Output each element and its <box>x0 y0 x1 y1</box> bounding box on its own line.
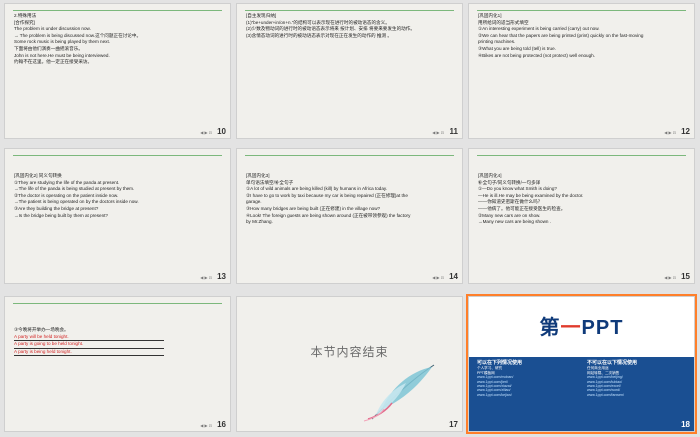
slide-thumbnail-selected[interactable]: 第一PPT 可以在下列情况使用 个人学习、研究 PPT模板网 www.1ppt.… <box>466 294 697 434</box>
slide-number: 18 <box>681 420 690 429</box>
slide-thumbnail[interactable]: 2.特殊用法 [合作探究] The problem is under discu… <box>4 3 231 139</box>
text-line: →Many new cars are being shown . <box>478 219 552 225</box>
text-line: ③Are they building the bridge at present… <box>14 205 99 211</box>
slide-nav-controls: ◀ ▶ ⊡ <box>200 130 212 135</box>
text-line: 下面将由他们演奏一曲摇滚音乐。 <box>14 45 83 51</box>
slide-nav-controls: ◀ ▶ ⊡ <box>200 423 212 428</box>
slide-number: 11 <box>449 127 458 136</box>
slide-text: [巩固内化3] 单句语法填空/补全句子 ①A lot of wild anima… <box>246 173 456 226</box>
text-line: ①An interesting experiment is being carr… <box>478 26 600 32</box>
text-line: ④Look! The foreign guests are being show… <box>246 212 411 218</box>
slide-text: ③今晚将开举办一场晚会。 A party will be held tonigh… <box>14 327 224 357</box>
slide-thumbnail[interactable]: [巩固内化4] 补全句子/同义句转换/一句多译 ①—Do you know wh… <box>468 148 695 284</box>
text-line: ——你知道史密斯在做什么吗？ <box>478 199 543 205</box>
text-line: [巩固内化4] <box>478 173 502 178</box>
slide-text: 2.特殊用法 [合作探究] The problem is under discu… <box>14 13 224 66</box>
slide-thumbnail[interactable]: [巩固内化1] 用所给词的适当形式填空 ①An interesting expe… <box>468 3 695 139</box>
text-line: The problem is under discussion now. <box>14 26 91 32</box>
slide-number: 13 <box>217 272 226 281</box>
text-line: —He is ill.He may be being examined by t… <box>478 192 584 198</box>
slide-number: 16 <box>217 420 226 429</box>
divider <box>13 303 222 304</box>
answer-line: A party will be held tonight. <box>14 334 164 342</box>
text-line: Some rock music is being played by them … <box>14 39 111 45</box>
divider <box>477 10 686 11</box>
text-line: [巩固内化3] <box>246 173 270 178</box>
text-line: John is not here.He must be being interv… <box>14 52 110 58</box>
end-title: 本节内容结束 <box>310 345 389 359</box>
text-line: printing machines. <box>478 39 516 45</box>
slide-text: [巩固内化4] 补全句子/同义句转换/一句多译 ①—Do you know wh… <box>478 173 688 226</box>
answer-line: A party is being held tonight. <box>14 349 164 357</box>
slide-number: 12 <box>681 127 690 136</box>
slide-thumbnail[interactable]: [巩固内化2] 同义句转换 ①They are studying the lif… <box>4 148 231 284</box>
slide-nav-controls: ◀ ▶ ⊡ <box>664 275 676 280</box>
disallowed-uses: 不可以在以下情况使用 任何商业用途 网站转载、二次销售 www.1ppt.com… <box>587 360 638 397</box>
slide-thumbnail[interactable]: [巩固内化3] 单句语法填空/补全句子 ①A lot of wild anima… <box>236 148 463 284</box>
text-line: by Mr.Zhang. <box>246 219 273 225</box>
answer-line: A party is going to be held tonight. <box>14 341 164 349</box>
slide-nav-controls: ◀ ▶ ⊡ <box>200 275 212 280</box>
text-line: ②I have to go to work by taxi because my… <box>246 192 408 198</box>
text-line: garage. <box>246 199 262 205</box>
slide-thumbnail[interactable]: [自主发现归纳] (1)“be+under+in/on+n.”的结构可以表示现在… <box>236 3 463 139</box>
slide-thumbnail[interactable]: 本节内容结束 17 <box>236 296 463 432</box>
text-line: [自主发现归纳] <box>246 13 277 18</box>
slide-thumbnail[interactable]: ③今晚将开举办一场晚会。 A party will be held tonigh… <box>4 296 231 432</box>
slide-text: [巩固内化2] 同义句转换 ①They are studying the lif… <box>14 173 224 219</box>
text-line: [巩固内化2] 同义句转换 <box>14 173 62 178</box>
slide-nav-controls: ◀ ▶ ⊡ <box>432 275 444 280</box>
divider <box>245 10 454 11</box>
text-line: 用所给词的适当形式填空 <box>478 19 529 25</box>
slide-number: 17 <box>449 420 458 429</box>
slide-text: [巩固内化1] 用所给词的适当形式填空 ①An interesting expe… <box>478 13 688 59</box>
ad-info-panel: 可以在下列情况使用 个人学习、研究 PPT模板网 www.1ppt.com/mo… <box>469 357 694 431</box>
text-line: 约翰不在这里。他一定正在接受采访。 <box>14 59 93 65</box>
brand-logo: 第一PPT <box>539 317 624 339</box>
text-line: 2.特殊用法 <box>14 13 37 18</box>
text-line: [合作探究] <box>14 19 35 25</box>
ad-banner: 第一PPT <box>469 297 694 357</box>
text-line: →The life of the panda is being studied … <box>14 186 135 192</box>
slide-text: [自主发现归纳] (1)“be+under+in/on+n.”的结构可以表示现在… <box>246 13 456 39</box>
text-line: →Is the bridge being built by them at pr… <box>14 212 108 218</box>
text-line: ③今晚将开举办一场晚会。 <box>14 327 69 332</box>
text-line: ④Bikes are not being protected (not prot… <box>478 52 595 58</box>
slide-number: 14 <box>449 272 458 281</box>
text-line: ①—Do you know what Smith is doing? <box>478 186 557 192</box>
text-line: ①They are studying the life of the panda… <box>14 179 120 185</box>
slide-number: 15 <box>681 272 690 281</box>
divider <box>13 155 222 156</box>
slide-nav-controls: ◀ ▶ ⊡ <box>664 130 676 135</box>
text-line: ②The doctor is operating on the patient … <box>14 192 119 198</box>
slide-nav-controls: ◀ ▶ ⊡ <box>432 130 444 135</box>
text-line: ——他病了。他可能正在接受医生的检查。 <box>478 205 566 211</box>
text-line: ②Many new cars are on show. <box>478 212 541 218</box>
text-line: ③What you are being told (tell) is true. <box>478 45 556 51</box>
text-line: 单句语法填空/补全句子 <box>246 179 294 185</box>
text-line: (1)“be+under+in/on+n.”的结构可以表示现在进行时的被动语态的… <box>246 19 390 25</box>
text-line: (3)含情态动词的进行时的被动语态表示对现在正在发生的动作的 推测 。 <box>246 32 392 38</box>
text-line: → The problem is being discussed now.这个问… <box>14 32 142 38</box>
text-line: 补全句子/同义句转换/一句多译 <box>478 179 541 185</box>
text-line: [巩固内化1] <box>478 13 502 18</box>
text-line: (2)少数及物动词的进行时的被动语态表示将来 按计划、安排 将要来要发生的动作。 <box>246 26 415 32</box>
feather-icon <box>363 364 435 422</box>
allowed-uses: 可以在下列情况使用 个人学习、研究 PPT模板网 www.1ppt.com/mo… <box>477 360 523 397</box>
slide-number: 10 <box>217 127 226 136</box>
divider <box>245 155 454 156</box>
text-line: ①A lot of wild animals are being killed … <box>246 186 388 192</box>
divider <box>13 10 222 11</box>
text-line: ③How many bridges are being built (正在修建)… <box>246 205 381 211</box>
text-line: ②We can hear that the papers are being p… <box>478 32 644 38</box>
divider <box>477 155 686 156</box>
text-line: →The patient is being operated on by the… <box>14 199 139 205</box>
